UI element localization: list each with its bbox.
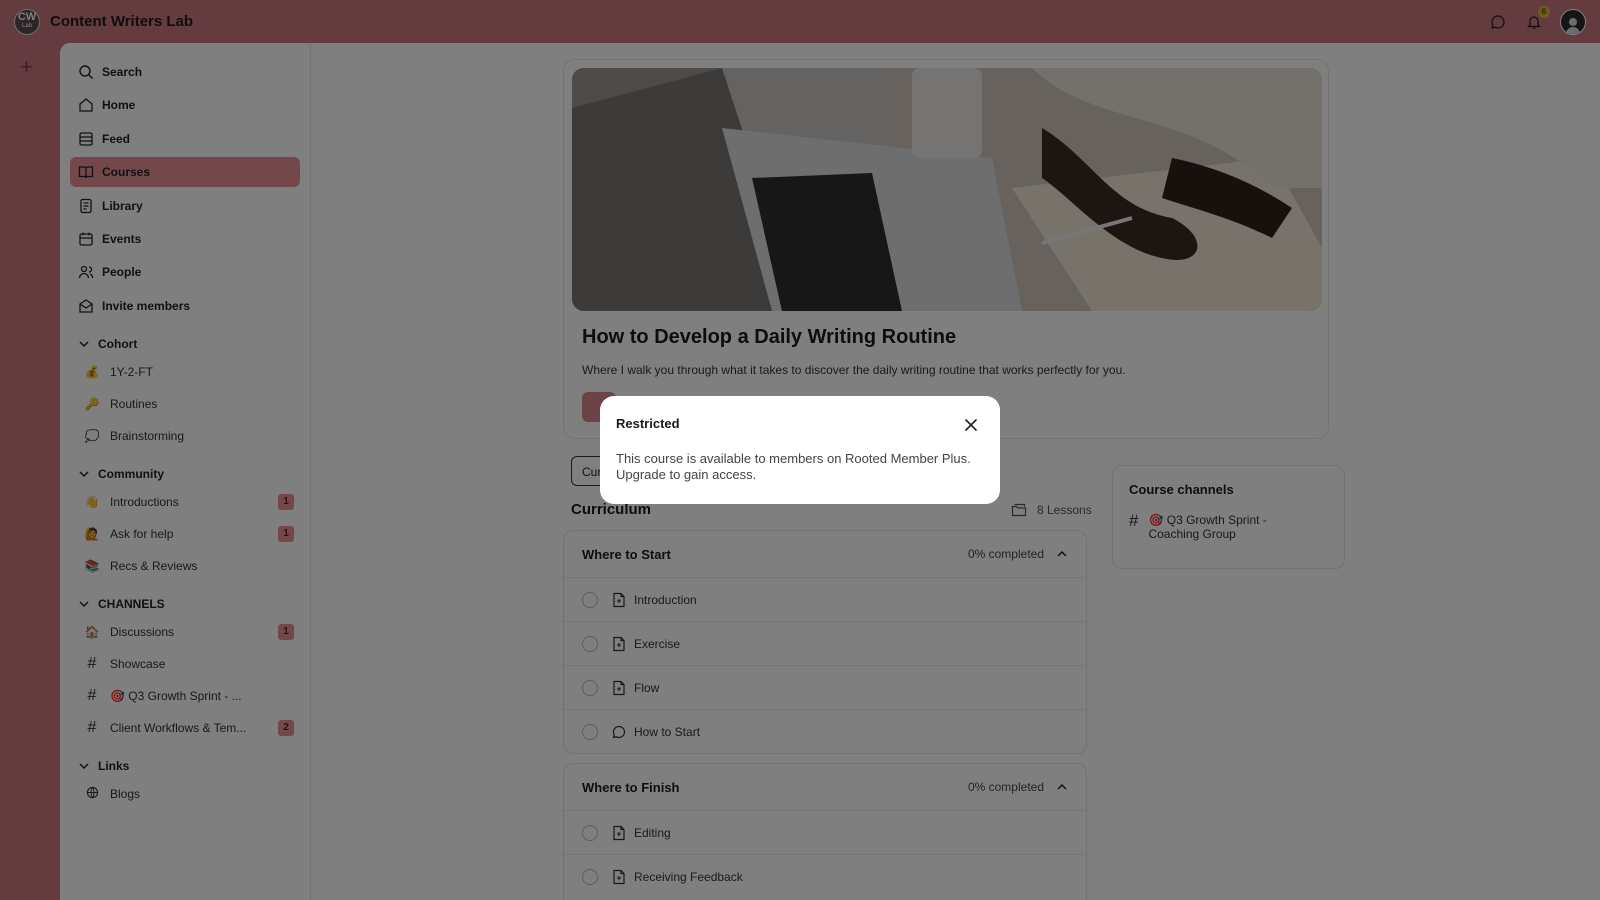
close-icon[interactable] <box>962 416 980 434</box>
modal-message: This course is available to members on R… <box>616 451 971 482</box>
restricted-modal: Restricted This course is available to m… <box>600 396 1000 504</box>
modal-title: Restricted <box>616 416 680 431</box>
